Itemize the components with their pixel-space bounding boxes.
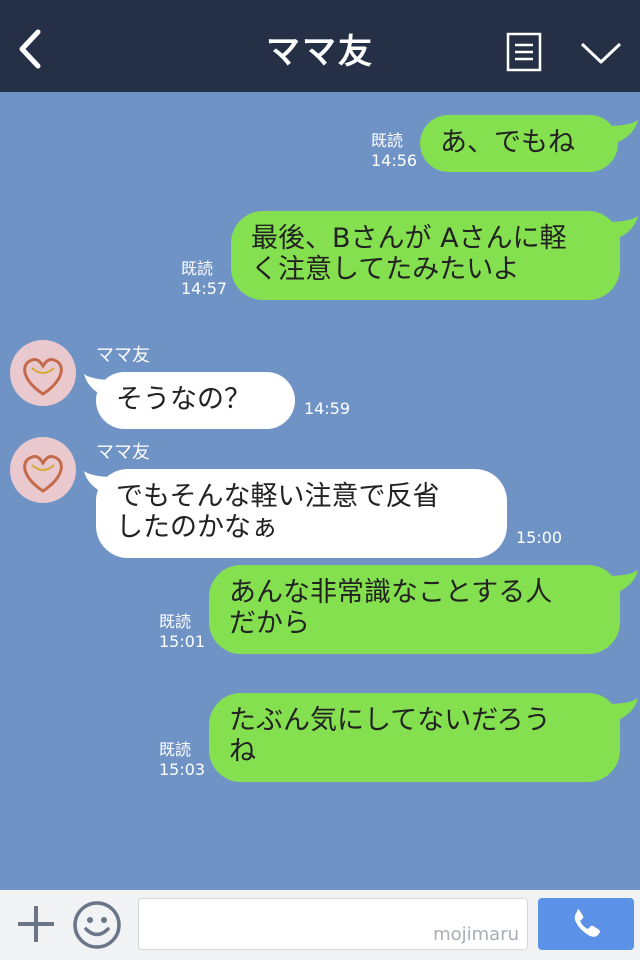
read-receipt: 既読 15:01 — [159, 612, 206, 651]
phone-icon — [574, 909, 600, 937]
menu-button[interactable] — [506, 32, 542, 72]
chat-title: ママ友 — [266, 32, 374, 72]
plus-icon — [18, 906, 54, 942]
avatar-image — [23, 455, 63, 493]
message-time: 15:00 — [516, 528, 563, 547]
call-button[interactable] — [538, 898, 634, 950]
read-receipt: 既読 15:03 — [159, 740, 206, 779]
message-bubble-sent[interactable]: あんな非常識なことする人 だから — [209, 565, 620, 654]
read-receipt: 既読 14:56 — [371, 131, 418, 170]
chat-header: ママ友 — [0, 0, 640, 92]
message-input[interactable]: mojimaru — [138, 898, 528, 950]
add-button[interactable] — [14, 902, 58, 946]
avatar[interactable] — [10, 340, 76, 406]
message-bubble-received[interactable]: でもそんな軽い注意で反省 したのかなぁ — [96, 469, 507, 558]
message-bubble-sent[interactable]: たぶん気にしてないだろう ね — [209, 693, 620, 782]
message-time: 14:59 — [304, 399, 351, 418]
emoji-button[interactable] — [72, 900, 122, 950]
message-bubble-sent[interactable]: 最後、Bさんが Aさんに軽 く注意してたみたいよ — [231, 211, 620, 300]
message-time: 15:01 — [159, 632, 206, 651]
sender-name: ママ友 — [96, 442, 150, 463]
read-receipt: 既読 14:57 — [181, 259, 228, 298]
message-time: 14:57 — [181, 279, 228, 298]
menu-icon — [506, 32, 542, 72]
message-bubble-received[interactable]: そうなの？ — [96, 372, 295, 429]
message-bubble-sent[interactable]: あ、でもね — [420, 115, 618, 172]
collapse-button[interactable] — [578, 38, 624, 68]
sender-name: ママ友 — [96, 345, 150, 366]
avatar[interactable] — [10, 437, 76, 503]
input-bar: mojimaru — [0, 890, 640, 960]
watermark: mojimaru — [433, 924, 519, 945]
message-time: 14:56 — [371, 151, 418, 170]
message-time: 15:03 — [159, 760, 206, 779]
smiley-icon — [73, 901, 121, 949]
avatar-image — [23, 358, 63, 396]
chevron-down-icon — [580, 42, 622, 64]
